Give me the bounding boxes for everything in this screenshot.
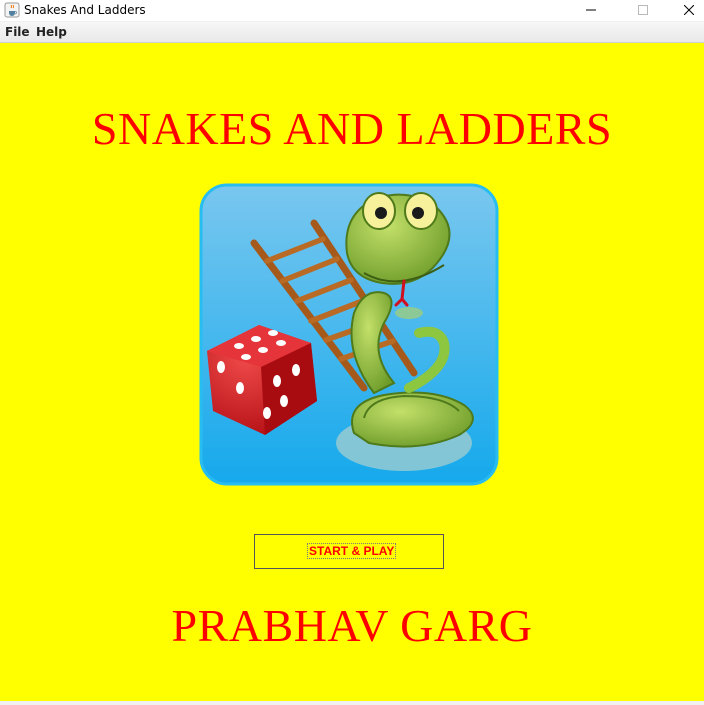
title-bar: Snakes And Ladders <box>0 0 704 22</box>
close-icon <box>684 5 694 15</box>
main-panel: SNAKES AND LADDERS START & PLAY PRABHAV … <box>0 43 704 701</box>
snakes-and-ladders-logo <box>199 183 499 486</box>
start-play-button[interactable]: START & PLAY <box>254 534 444 569</box>
maximize-button[interactable] <box>620 0 666 22</box>
minimize-icon <box>586 9 596 11</box>
window-title: Snakes And Ladders <box>24 3 146 17</box>
author-name: PRABHAV GARG <box>171 600 533 651</box>
java-coffee-icon <box>4 2 20 18</box>
minimize-button[interactable] <box>568 0 614 22</box>
menu-file[interactable]: File <box>5 25 30 39</box>
close-button[interactable] <box>666 0 704 22</box>
menu-help[interactable]: Help <box>36 25 67 39</box>
start-play-label: START & PLAY <box>306 543 397 559</box>
game-title: SNAKES AND LADDERS <box>91 103 613 154</box>
maximize-icon <box>638 5 648 15</box>
menu-bar: File Help <box>0 22 704 43</box>
window-bottom-border <box>0 701 704 705</box>
